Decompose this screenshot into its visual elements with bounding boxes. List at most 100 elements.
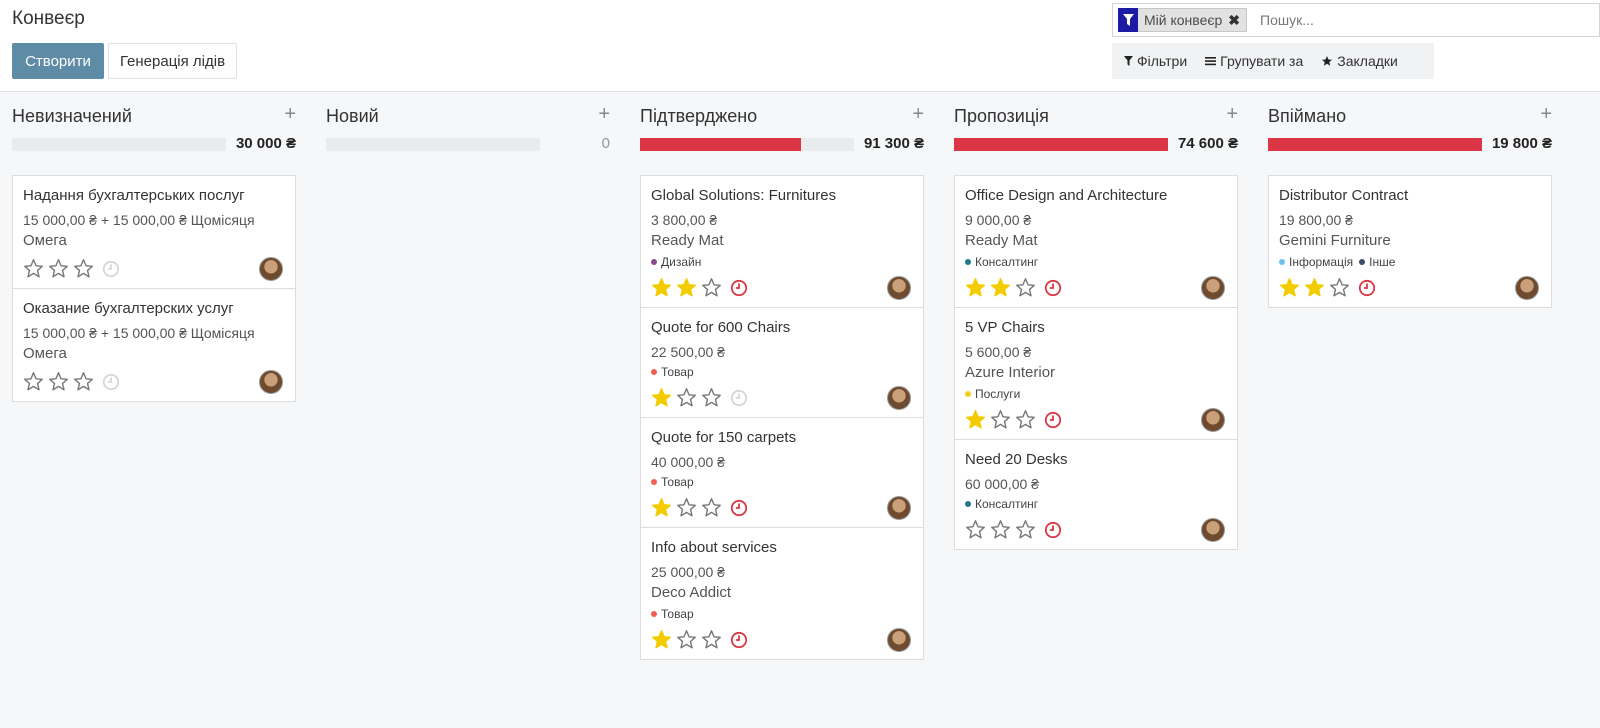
priority-stars (651, 387, 748, 408)
star-empty-icon[interactable] (676, 629, 697, 650)
kanban-card[interactable]: Need 20 Desks 60 000,00 ₴ Консалтинг (954, 439, 1238, 550)
star-empty-icon[interactable] (23, 371, 44, 392)
column-progress-bar[interactable] (954, 138, 1168, 151)
column-progress-bar[interactable] (12, 138, 226, 151)
activity-clock-icon[interactable] (1358, 279, 1376, 297)
star-empty-icon[interactable] (1329, 277, 1350, 298)
generate-leads-button[interactable]: Генерація лідів (108, 43, 237, 79)
star-empty-icon[interactable] (23, 258, 44, 279)
kanban-card[interactable]: Distributor Contract 19 800,00 ₴ Gemini Fu… (1268, 175, 1552, 308)
quick-create-icon[interactable]: + (284, 104, 296, 124)
search-options: Фільтри Групувати за Закладки (1112, 43, 1434, 79)
star-filled-icon[interactable] (990, 277, 1011, 298)
quick-create-icon[interactable]: + (1226, 104, 1238, 124)
group-by-label: Групувати за (1220, 53, 1304, 69)
search-input[interactable] (1260, 8, 1580, 32)
kanban-card[interactable]: Quote for 150 carpets 40 000,00 ₴ Товар (640, 417, 924, 528)
avatar[interactable] (1515, 276, 1539, 300)
star-filled-icon[interactable] (651, 277, 672, 298)
kanban-card[interactable]: Global Solutions: Furnitures 3 800,00 ₴ Re… (640, 175, 924, 308)
star-empty-icon[interactable] (701, 497, 722, 518)
kanban-card[interactable]: Quote for 600 Chairs 22 500,00 ₴ Товар (640, 307, 924, 418)
search-facet: Мій конвеєр ✖ (1118, 8, 1248, 32)
activity-clock-icon[interactable] (102, 260, 120, 278)
star-filled-icon[interactable] (1304, 277, 1325, 298)
avatar[interactable] (887, 276, 911, 300)
avatar[interactable] (887, 496, 911, 520)
avatar[interactable] (887, 628, 911, 652)
star-filled-icon[interactable] (676, 277, 697, 298)
activity-clock-icon[interactable] (730, 389, 748, 407)
avatar[interactable] (259, 257, 283, 281)
star-empty-icon[interactable] (1015, 277, 1036, 298)
avatar[interactable] (1201, 408, 1225, 432)
priority-stars (965, 519, 1062, 540)
card-footer (965, 405, 1227, 439)
star-filled-icon[interactable] (965, 409, 986, 430)
remove-facet-icon[interactable]: ✖ (1228, 12, 1240, 29)
column-progress-bar[interactable] (1268, 138, 1482, 151)
star-empty-icon[interactable] (73, 258, 94, 279)
card-footer (651, 273, 913, 307)
avatar[interactable] (1201, 276, 1225, 300)
quick-create-icon[interactable]: + (912, 104, 924, 124)
create-button[interactable]: Створити (12, 43, 104, 79)
tag-label: Послуги (975, 387, 1021, 401)
star-filled-icon[interactable] (965, 277, 986, 298)
activity-clock-icon[interactable] (102, 373, 120, 391)
priority-stars (965, 409, 1062, 430)
star-empty-icon[interactable] (965, 519, 986, 540)
quick-create-icon[interactable]: + (1540, 104, 1552, 124)
star-empty-icon[interactable] (701, 277, 722, 298)
star-empty-icon[interactable] (676, 497, 697, 518)
kanban-column: Пропозиція +74 600 ₴ Office Design and Arc… (954, 92, 1238, 722)
column-progress-bar[interactable] (326, 138, 540, 151)
activity-clock-icon[interactable] (730, 279, 748, 297)
card-tags: Послуги (965, 385, 1227, 403)
card-list: Надання бухгалтерських послуг 15 000,00 ₴… (12, 175, 296, 402)
tag-color-dot (965, 259, 971, 265)
kanban-card[interactable]: Надання бухгалтерських послуг 15 000,00 ₴… (12, 175, 296, 289)
activity-clock-icon[interactable] (1044, 411, 1062, 429)
avatar[interactable] (259, 370, 283, 394)
column-title: Впіймано (1268, 106, 1347, 126)
star-empty-icon[interactable] (73, 371, 94, 392)
star-filled-icon[interactable] (651, 497, 672, 518)
filters-button[interactable]: Фільтри (1124, 53, 1187, 69)
star-empty-icon[interactable] (48, 371, 69, 392)
star-empty-icon[interactable] (990, 409, 1011, 430)
card-footer (651, 625, 913, 659)
star-empty-icon[interactable] (1015, 519, 1036, 540)
card-amount: 22 500,00 ₴ (651, 344, 725, 360)
column-progress-bar[interactable] (640, 138, 854, 151)
star-filled-icon[interactable] (651, 387, 672, 408)
star-empty-icon[interactable] (48, 258, 69, 279)
activity-clock-icon[interactable] (1044, 521, 1062, 539)
star-filled-icon[interactable] (651, 629, 672, 650)
avatar[interactable] (887, 386, 911, 410)
card-amount: 3 800,00 ₴ (651, 212, 718, 228)
kanban-card[interactable]: Office Design and Architecture 9 000,00 ₴… (954, 175, 1238, 308)
star-empty-icon[interactable] (990, 519, 1011, 540)
star-empty-icon[interactable] (701, 629, 722, 650)
group-by-button[interactable]: Групувати за (1205, 53, 1303, 69)
kanban-card[interactable]: Info about services 25 000,00 ₴ Deco Addic… (640, 527, 924, 660)
kanban-card[interactable]: 5 VP Chairs 5 600,00 ₴ Azure Interior Послу… (954, 307, 1238, 440)
activity-clock-icon[interactable] (1044, 279, 1062, 297)
star-filled-icon[interactable] (1279, 277, 1300, 298)
star-empty-icon[interactable] (1015, 409, 1036, 430)
quick-create-icon[interactable]: + (598, 104, 610, 124)
priority-stars (23, 371, 120, 392)
tag: Послуги (965, 385, 1020, 403)
priority-stars (651, 277, 748, 298)
tag-color-dot (965, 391, 971, 397)
search-bar[interactable]: Мій конвеєр ✖ (1112, 3, 1600, 37)
star-empty-icon[interactable] (676, 387, 697, 408)
activity-clock-icon[interactable] (730, 631, 748, 649)
avatar[interactable] (1201, 518, 1225, 542)
kanban-card[interactable]: Оказание бухгалтерских услуг 15 000,00 ₴ … (12, 288, 296, 402)
star-empty-icon[interactable] (701, 387, 722, 408)
column-title: Новий (326, 106, 379, 126)
favorites-button[interactable]: Закладки (1321, 53, 1398, 69)
activity-clock-icon[interactable] (730, 499, 748, 517)
